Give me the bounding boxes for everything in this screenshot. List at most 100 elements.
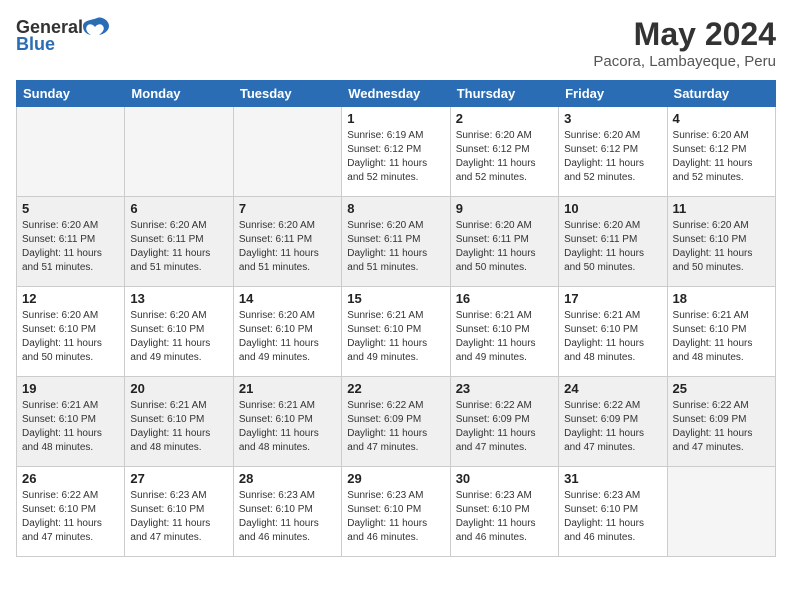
day-detail: Sunrise: 6:20 AM Sunset: 6:11 PM Dayligh… [239,219,336,275]
table-row [233,107,341,197]
day-detail: Sunrise: 6:20 AM Sunset: 6:11 PM Dayligh… [347,219,444,275]
day-number: 26 [22,471,119,486]
day-detail: Sunrise: 6:21 AM Sunset: 6:10 PM Dayligh… [22,399,119,455]
table-row [667,467,775,557]
day-number: 11 [673,201,770,216]
table-row: 28Sunrise: 6:23 AM Sunset: 6:10 PM Dayli… [233,467,341,557]
calendar-header-row: Sunday Monday Tuesday Wednesday Thursday… [17,81,776,107]
day-number: 31 [564,471,661,486]
table-row: 11 Sunrise: 6:20 AM Sunset: 6:10 PM Dayli… [667,197,775,287]
day-detail: Sunrise: 6:20 AM Sunset: 6:12 PM Dayligh… [564,129,661,185]
day-detail: Sunrise: 6:20 AM Sunset: 6:10 PM Dayligh… [22,309,119,365]
table-row: 7 Sunrise: 6:20 AM Sunset: 6:11 PM Daylig… [233,197,341,287]
day-detail: Sunrise: 6:20 AM Sunset: 6:11 PM Dayligh… [22,219,119,275]
day-number: 15 [347,291,444,306]
table-row: 4 Sunrise: 6:20 AM Sunset: 6:12 PM Daylig… [667,107,775,197]
day-number: 1 [347,111,444,126]
table-row: 17Sunrise: 6:21 AM Sunset: 6:10 PM Dayli… [559,287,667,377]
header-sunday: Sunday [17,81,125,107]
table-row: 18 Sunrise: 6:21 AM Sunset: 6:10 PM Dayli… [667,287,775,377]
table-row: 26Sunrise: 6:22 AM Sunset: 6:10 PM Dayli… [17,467,125,557]
day-detail: Sunrise: 6:19 AM Sunset: 6:12 PM Dayligh… [347,129,444,185]
day-number: 7 [239,201,336,216]
table-row: 31 Sunrise: 6:23 AM Sunset: 6:10 PM Dayli… [559,467,667,557]
header-wednesday: Wednesday [342,81,450,107]
table-row: 25Sunrise: 6:22 AM Sunset: 6:09 PM Dayli… [667,377,775,467]
table-row: 12 Sunrise: 6:20 AM Sunset: 6:10 PM Dayli… [17,287,125,377]
day-number: 14 [239,291,336,306]
day-number: 18 [673,291,770,306]
header-friday: Friday [559,81,667,107]
day-number: 9 [456,201,553,216]
table-row: 30 Sunrise: 6:23 AM Sunset: 6:10 PM Dayli… [450,467,558,557]
table-row: 23 Sunrise: 6:22 AM Sunset: 6:09 PM Dayli… [450,377,558,467]
table-row: 1 Sunrise: 6:19 AM Sunset: 6:12 PM Daylig… [342,107,450,197]
day-detail: Sunrise: 6:22 AM Sunset: 6:09 PM Dayligh… [347,399,444,455]
calendar-week-row: 5Sunrise: 6:20 AM Sunset: 6:11 PM Daylig… [17,197,776,287]
calendar-table: Sunday Monday Tuesday Wednesday Thursday… [16,80,776,557]
table-row: 6Sunrise: 6:20 AM Sunset: 6:11 PM Daylig… [125,197,233,287]
day-detail: Sunrise: 6:23 AM Sunset: 6:10 PM Dayligh… [130,489,227,545]
day-number: 4 [673,111,770,126]
day-detail: Sunrise: 6:23 AM Sunset: 6:10 PM Dayligh… [564,489,661,545]
day-number: 12 [22,291,119,306]
day-detail: Sunrise: 6:21 AM Sunset: 6:10 PM Dayligh… [673,309,770,365]
logo-bird-icon [83,16,111,38]
day-detail: Sunrise: 6:20 AM Sunset: 6:11 PM Dayligh… [456,219,553,275]
table-row: 29 Sunrise: 6:23 AM Sunset: 6:10 PM Dayli… [342,467,450,557]
day-detail: Sunrise: 6:22 AM Sunset: 6:09 PM Dayligh… [456,399,553,455]
table-row: 24 Sunrise: 6:22 AM Sunset: 6:09 PM Dayli… [559,377,667,467]
day-number: 17 [564,291,661,306]
table-row: 3 Sunrise: 6:20 AM Sunset: 6:12 PM Daylig… [559,107,667,197]
day-number: 16 [456,291,553,306]
day-number: 3 [564,111,661,126]
table-row: 14Sunrise: 6:20 AM Sunset: 6:10 PM Dayli… [233,287,341,377]
day-number: 20 [130,381,227,396]
day-detail: Sunrise: 6:21 AM Sunset: 6:10 PM Dayligh… [239,399,336,455]
title-area: May 2024 Pacora, Lambayeque, Peru [593,16,776,70]
day-number: 8 [347,201,444,216]
day-number: 27 [130,471,227,486]
header-saturday: Saturday [667,81,775,107]
calendar-week-row: 12 Sunrise: 6:20 AM Sunset: 6:10 PM Dayli… [17,287,776,377]
day-detail: Sunrise: 6:21 AM Sunset: 6:10 PM Dayligh… [456,309,553,365]
calendar-week-row: 26Sunrise: 6:22 AM Sunset: 6:10 PM Dayli… [17,467,776,557]
table-row: 16 Sunrise: 6:21 AM Sunset: 6:10 PM Dayli… [450,287,558,377]
day-number: 24 [564,381,661,396]
day-detail: Sunrise: 6:21 AM Sunset: 6:10 PM Dayligh… [130,399,227,455]
location-subtitle: Pacora, Lambayeque, Peru [593,53,776,70]
day-number: 19 [22,381,119,396]
day-number: 30 [456,471,553,486]
logo-blue: Blue [16,34,55,55]
day-number: 23 [456,381,553,396]
calendar-week-row: 19 Sunrise: 6:21 AM Sunset: 6:10 PM Dayli… [17,377,776,467]
calendar-week-row: 1 Sunrise: 6:19 AM Sunset: 6:12 PM Daylig… [17,107,776,197]
table-row: 8 Sunrise: 6:20 AM Sunset: 6:11 PM Daylig… [342,197,450,287]
day-number: 22 [347,381,444,396]
day-detail: Sunrise: 6:20 AM Sunset: 6:12 PM Dayligh… [456,129,553,185]
day-detail: Sunrise: 6:22 AM Sunset: 6:09 PM Dayligh… [564,399,661,455]
page-header: General Blue May 2024 Pacora, Lambayeque… [16,16,776,70]
table-row: 10Sunrise: 6:20 AM Sunset: 6:11 PM Dayli… [559,197,667,287]
table-row: 5Sunrise: 6:20 AM Sunset: 6:11 PM Daylig… [17,197,125,287]
day-number: 10 [564,201,661,216]
header-monday: Monday [125,81,233,107]
table-row: 13 Sunrise: 6:20 AM Sunset: 6:10 PM Dayli… [125,287,233,377]
day-detail: Sunrise: 6:20 AM Sunset: 6:10 PM Dayligh… [130,309,227,365]
table-row: 9 Sunrise: 6:20 AM Sunset: 6:11 PM Daylig… [450,197,558,287]
header-tuesday: Tuesday [233,81,341,107]
day-detail: Sunrise: 6:23 AM Sunset: 6:10 PM Dayligh… [456,489,553,545]
month-year-title: May 2024 [593,16,776,53]
day-number: 13 [130,291,227,306]
day-detail: Sunrise: 6:23 AM Sunset: 6:10 PM Dayligh… [347,489,444,545]
day-detail: Sunrise: 6:20 AM Sunset: 6:10 PM Dayligh… [673,219,770,275]
table-row: 2Sunrise: 6:20 AM Sunset: 6:12 PM Daylig… [450,107,558,197]
day-detail: Sunrise: 6:22 AM Sunset: 6:09 PM Dayligh… [673,399,770,455]
day-number: 29 [347,471,444,486]
table-row: 19 Sunrise: 6:21 AM Sunset: 6:10 PM Dayli… [17,377,125,467]
header-thursday: Thursday [450,81,558,107]
logo: General Blue [16,16,111,55]
day-number: 6 [130,201,227,216]
table-row [125,107,233,197]
day-detail: Sunrise: 6:20 AM Sunset: 6:12 PM Dayligh… [673,129,770,185]
